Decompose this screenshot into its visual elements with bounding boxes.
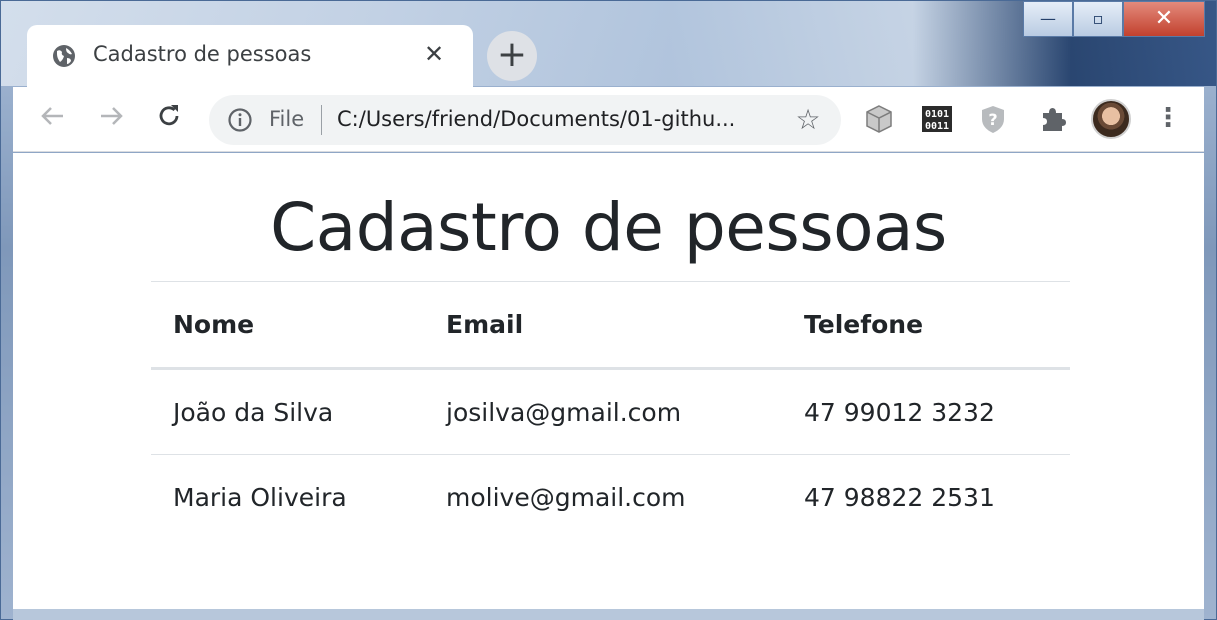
url-text[interactable]: C:/Users/friend/Documents/01-githu... (337, 107, 777, 131)
browser-window: — ▫ ✕ Cadastro de pessoas ✕ + File C:/Us… (0, 0, 1217, 620)
svg-text:0011: 0011 (925, 121, 949, 132)
cell-nome: Maria Oliveira (151, 454, 424, 541)
page-content: Cadastro de pessoas Nome Email Telefone … (13, 153, 1204, 609)
cube-extension-icon[interactable] (863, 103, 895, 135)
scheme-label: File (269, 107, 305, 131)
bookmark-star-icon[interactable]: ☆ (793, 105, 823, 135)
binary-extension-icon[interactable]: 0101 0011 (921, 103, 953, 135)
table-row: João da Silva josilva@gmail.com 47 99012… (151, 369, 1070, 455)
table-header-row: Nome Email Telefone (151, 281, 1070, 370)
cell-email: molive@gmail.com (424, 454, 782, 541)
new-tab-button[interactable]: + (487, 31, 537, 81)
cell-telefone: 47 98822 2531 (782, 454, 1070, 541)
svg-text:0101: 0101 (925, 109, 949, 120)
address-bar[interactable]: File C:/Users/friend/Documents/01-githu.… (209, 95, 841, 145)
profile-avatar[interactable] (1091, 99, 1131, 139)
cell-telefone: 47 99012 3232 (804, 397, 995, 427)
tab-cadastro[interactable]: Cadastro de pessoas ✕ (27, 25, 473, 87)
info-icon[interactable] (227, 107, 253, 133)
reload-icon[interactable] (151, 101, 187, 137)
column-header-telefone: Telefone (782, 281, 1070, 370)
globe-icon (51, 43, 77, 69)
back-arrow-icon[interactable] (35, 101, 71, 137)
close-tab-icon[interactable]: ✕ (419, 39, 449, 69)
puzzle-extensions-icon[interactable] (1037, 103, 1069, 135)
cell-email: josilva@gmail.com (446, 397, 682, 427)
table-row: Maria Oliveira molive@gmail.com 47 98822… (151, 454, 1070, 541)
column-header-email: Email (424, 281, 782, 370)
browser-toolbar: File C:/Users/friend/Documents/01-githu.… (13, 87, 1204, 152)
omnibox-divider (321, 105, 322, 135)
cell-nome: João da Silva (173, 397, 334, 427)
tab-strip: Cadastro de pessoas ✕ + (13, 1, 1204, 87)
page-title: Cadastro de pessoas (270, 189, 947, 266)
forward-arrow-icon[interactable] (93, 101, 129, 137)
column-header-nome: Nome (151, 281, 424, 370)
svg-text:?: ? (988, 110, 997, 129)
people-table: Nome Email Telefone João da Silva josilv… (151, 281, 1070, 541)
tab-title: Cadastro de pessoas (93, 42, 312, 66)
menu-dots-icon[interactable]: ⋮ (1153, 101, 1183, 137)
desktop-bottom-strip (13, 609, 1204, 620)
shield-question-extension-icon[interactable]: ? (977, 103, 1009, 135)
